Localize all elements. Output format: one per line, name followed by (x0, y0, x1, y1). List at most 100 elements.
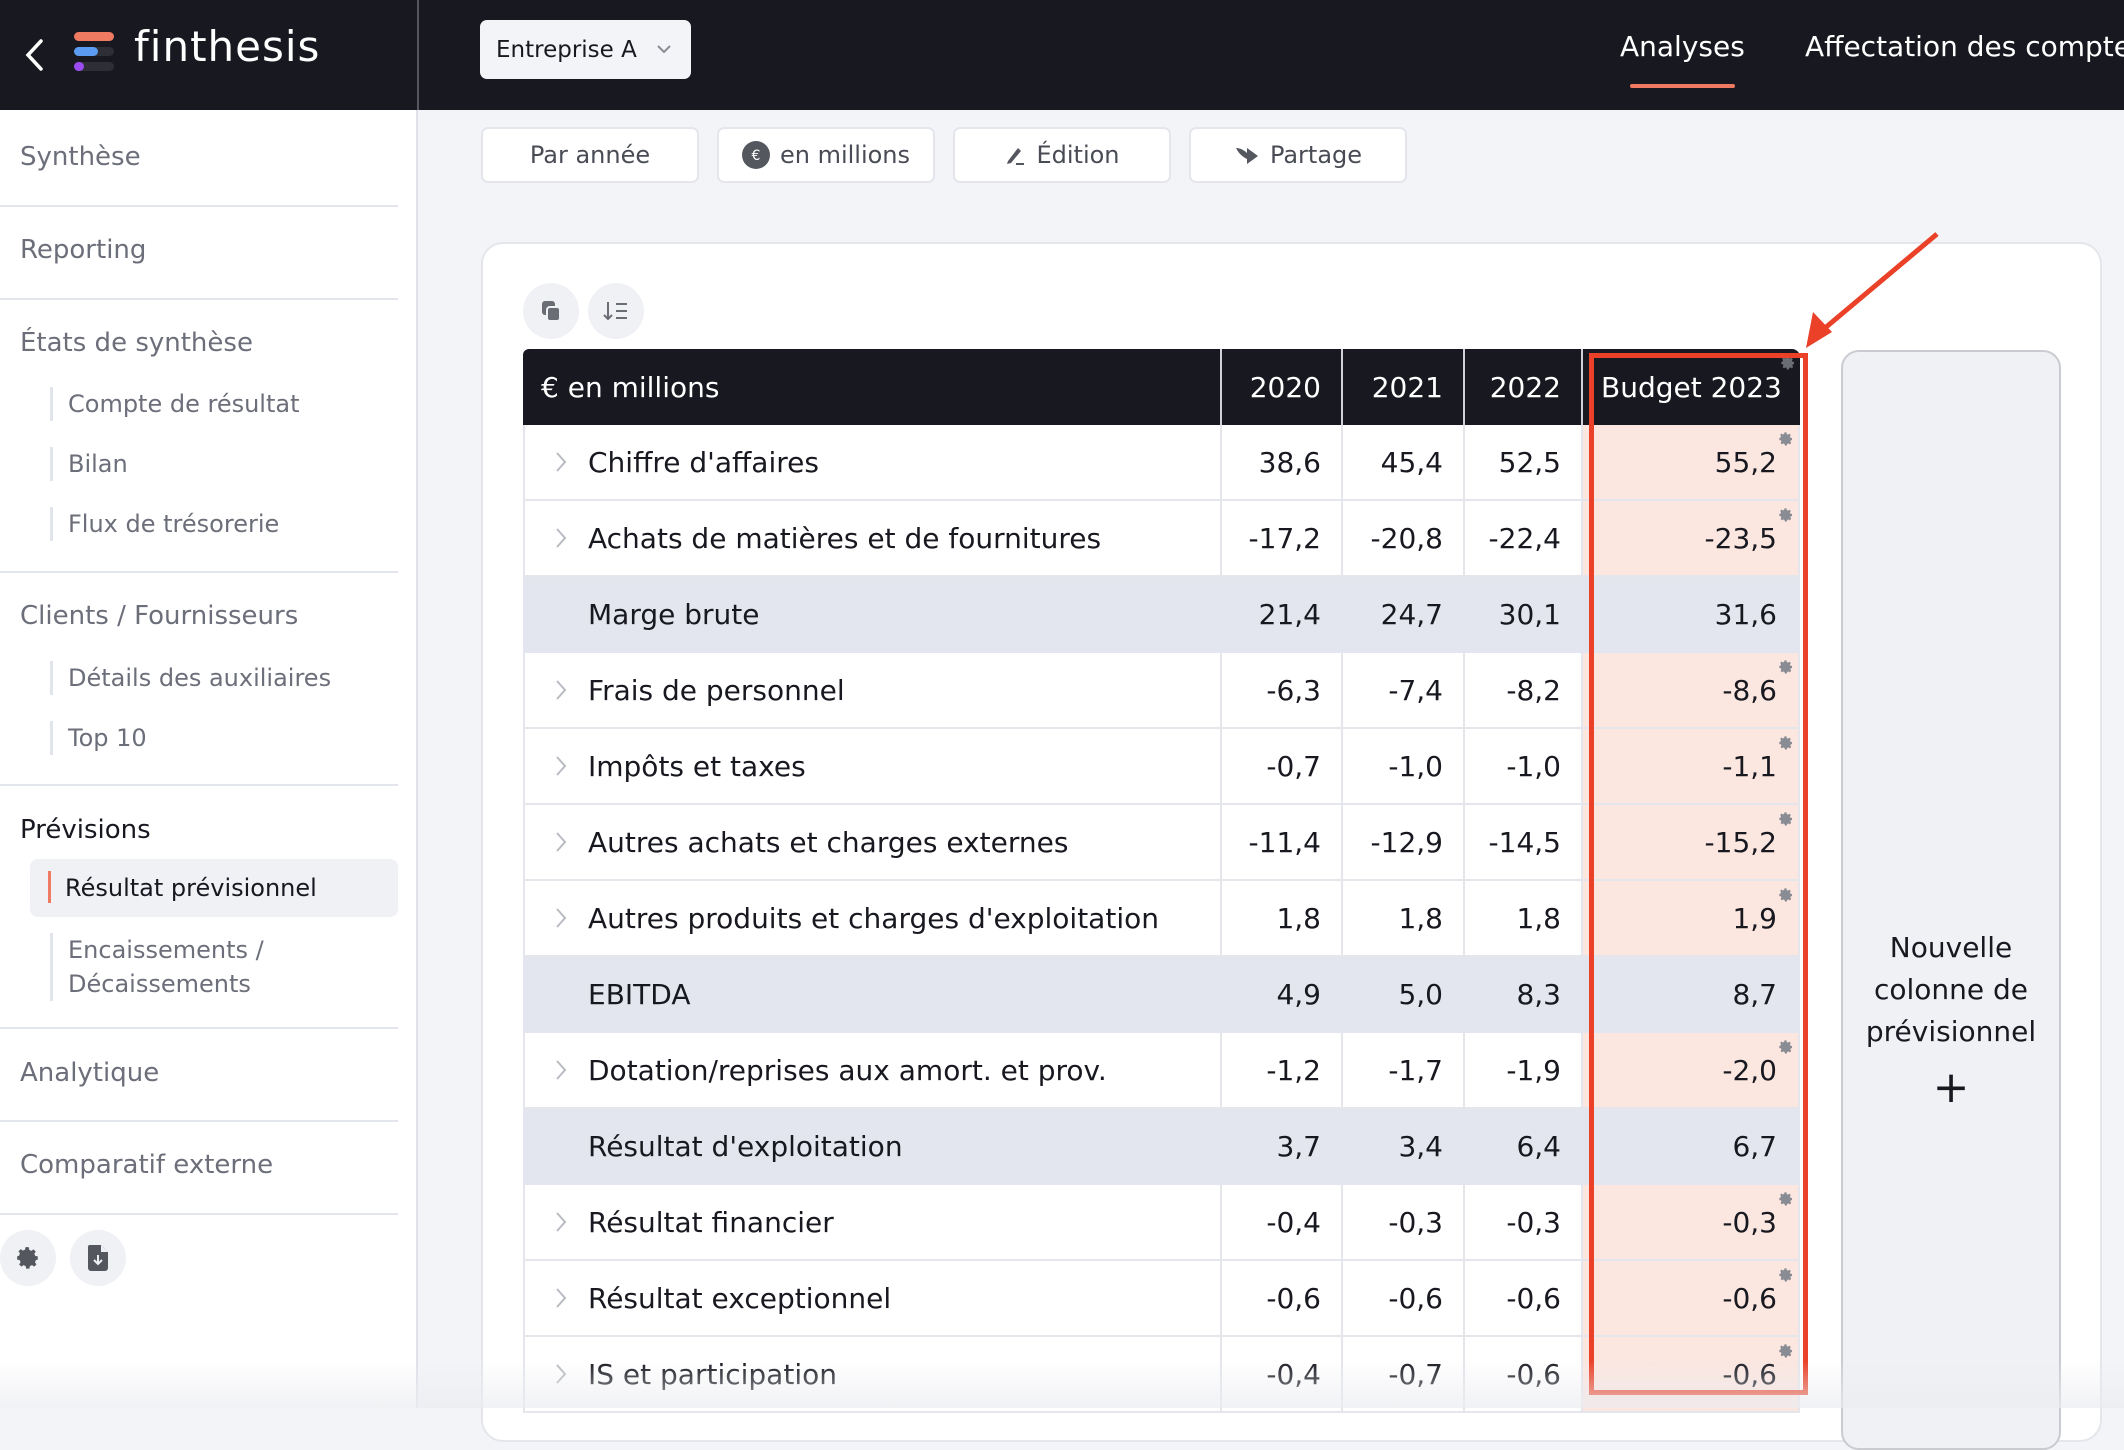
table-row[interactable]: Achats de matières et de fournitures -17,… (523, 501, 1800, 577)
chevron-right-icon[interactable] (555, 1363, 567, 1385)
chevron-right-icon[interactable] (555, 451, 567, 473)
budget-value-cell[interactable]: -2,0 (1583, 1033, 1800, 1109)
settings-button[interactable] (0, 1230, 56, 1286)
share-button[interactable]: Partage (1189, 127, 1407, 183)
chevron-right-icon[interactable] (555, 907, 567, 929)
table-row[interactable]: Résultat financier -0,4 -0,3 -0,3 -0,3 (523, 1185, 1800, 1261)
gear-icon[interactable] (1778, 735, 1794, 751)
table-row[interactable]: Chiffre d'affaires 38,6 45,4 52,5 55,2 (523, 425, 1800, 501)
sidebar-divider (0, 298, 398, 300)
sidebar-item-previsions[interactable]: Prévisions (20, 815, 151, 845)
row-label-cell: Autres achats et charges externes (523, 805, 1222, 881)
cell-value: -0,7 (1266, 749, 1321, 783)
table-row[interactable]: Dotation/reprises aux amort. et prov. -1,… (523, 1033, 1800, 1109)
sidebar-item-resultat-previsionnel[interactable]: Résultat prévisionnel (30, 859, 398, 917)
chevron-right-icon[interactable] (555, 1059, 567, 1081)
cell-value: -1,9 (1506, 1053, 1561, 1087)
copy-table-button[interactable] (523, 283, 579, 339)
table-header-row: € en millions 2020 2021 2022 Budget 2023 (523, 349, 1800, 425)
svg-text:€: € (752, 148, 761, 164)
sidebar-item-analytique[interactable]: Analytique (20, 1058, 159, 1088)
sidebar-item-clients-fournisseurs[interactable]: Clients / Fournisseurs (20, 601, 298, 631)
cell-value: 4,9 (1276, 977, 1321, 1011)
budget-value-cell[interactable]: -23,5 (1583, 501, 1800, 577)
nav-tab-analyses[interactable]: Analyses (1620, 30, 1745, 88)
sidebar-item-bilan[interactable]: Bilan (50, 447, 128, 481)
budget-value-cell[interactable]: 1,9 (1583, 881, 1800, 957)
export-button[interactable] (70, 1230, 126, 1286)
gear-icon[interactable] (1778, 887, 1794, 903)
gear-icon[interactable] (1778, 1267, 1794, 1283)
sidebar-item-top-10[interactable]: Top 10 (50, 721, 147, 755)
chevron-right-icon[interactable] (555, 679, 567, 701)
gear-icon[interactable] (1778, 1191, 1794, 1207)
units-millions-button[interactable]: € en millions (717, 127, 935, 183)
budget-value-cell[interactable]: -0,6 (1583, 1337, 1800, 1413)
row-label: Résultat exceptionnel (588, 1281, 892, 1315)
sidebar-item-details-des-auxiliaires[interactable]: Détails des auxiliaires (50, 661, 331, 695)
sidebar-item-synthese[interactable]: Synthèse (20, 142, 141, 172)
cell-value: 3,7 (1276, 1129, 1321, 1163)
table-row[interactable]: Frais de personnel -6,3 -7,4 -8,2 -8,6 (523, 653, 1800, 729)
budget-value-cell[interactable]: -0,6 (1583, 1261, 1800, 1337)
chevron-right-icon[interactable] (555, 755, 567, 777)
cell-value: 6,7 (1732, 1129, 1777, 1163)
column-header-2020[interactable]: 2020 (1222, 349, 1343, 425)
sort-rows-button[interactable] (588, 283, 644, 339)
budget-value-cell[interactable]: -1,1 (1583, 729, 1800, 805)
gear-icon[interactable] (1778, 507, 1794, 523)
row-label: Autres produits et charges d'exploitatio… (588, 901, 1159, 935)
gear-icon[interactable] (1778, 659, 1794, 675)
row-label-cell: Frais de personnel (523, 653, 1222, 729)
sidebar-item-etats-de-synthese[interactable]: États de synthèse (20, 328, 253, 358)
column-header-2021[interactable]: 2021 (1343, 349, 1465, 425)
sidebar-item-reporting[interactable]: Reporting (20, 235, 146, 265)
sidebar-item-compte-de-resultat[interactable]: Compte de résultat (50, 387, 300, 421)
value-cell: -22,4 (1465, 501, 1583, 577)
gear-icon[interactable] (1778, 431, 1794, 447)
add-forecast-column-button[interactable]: Nouvelle colonne de prévisionnel + (1841, 350, 2061, 1450)
sidebar-item-comparatif-externe[interactable]: Comparatif externe (20, 1150, 273, 1180)
gear-icon[interactable] (1778, 1039, 1794, 1055)
cell-value: -1,0 (1506, 749, 1561, 783)
budget-value-cell[interactable]: -8,6 (1583, 653, 1800, 729)
row-label-cell: Impôts et taxes (523, 729, 1222, 805)
budget-value-cell[interactable]: -0,3 (1583, 1185, 1800, 1261)
sidebar-item-encaissements-decaissements[interactable]: Encaissements / Décaissements (50, 933, 280, 1001)
row-label: Marge brute (588, 597, 760, 631)
gear-icon[interactable] (1778, 811, 1794, 827)
table-row[interactable]: Résultat exceptionnel -0,6 -0,6 -0,6 -0,6 (523, 1261, 1800, 1337)
value-cell: -14,5 (1465, 805, 1583, 881)
edit-button[interactable]: Édition (953, 127, 1171, 183)
sidebar-item-flux-de-tresorerie[interactable]: Flux de trésorerie (50, 507, 279, 541)
period-by-year-button[interactable]: Par année (481, 127, 699, 183)
column-header-2022[interactable]: 2022 (1465, 349, 1583, 425)
cell-value: -1,2 (1266, 1053, 1321, 1087)
budget-value-cell[interactable]: -15,2 (1583, 805, 1800, 881)
add-forecast-column-label: Nouvelle colonne de prévisionnel (1843, 927, 2059, 1053)
chevron-right-icon[interactable] (555, 527, 567, 549)
chevron-right-icon[interactable] (555, 831, 567, 853)
row-label-cell: EBITDA (523, 957, 1222, 1033)
top-bar: finthesis Entreprise A Analyses Affectat… (0, 0, 2124, 110)
table-row[interactable]: IS et participation -0,4 -0,7 -0,6 -0,6 (523, 1337, 1800, 1413)
pencil-icon (1007, 148, 1025, 165)
cell-value: -22,4 (1488, 521, 1561, 555)
row-label-cell: Marge brute (523, 577, 1222, 653)
nav-tab-affectation-des-comptes[interactable]: Affectation des comptes (1805, 30, 2124, 63)
chevron-right-icon[interactable] (555, 1287, 567, 1309)
gear-icon[interactable] (1778, 1343, 1794, 1359)
table-row[interactable]: Autres produits et charges d'exploitatio… (523, 881, 1800, 957)
table-row[interactable]: Autres achats et charges externes -11,4 -1… (523, 805, 1800, 881)
value-cell: -8,2 (1465, 653, 1583, 729)
table-row[interactable]: Impôts et taxes -0,7 -1,0 -1,0 -1,1 (523, 729, 1800, 805)
row-label: Dotation/reprises aux amort. et prov. (588, 1053, 1107, 1087)
budget-value-cell[interactable]: 55,2 (1583, 425, 1800, 501)
value-cell: -0,3 (1343, 1185, 1465, 1261)
company-selector[interactable]: Entreprise A (480, 20, 691, 79)
cell-value: -6,3 (1266, 673, 1321, 707)
chevron-right-icon[interactable] (555, 1211, 567, 1233)
column-header-budget-2023[interactable]: Budget 2023 (1583, 349, 1800, 425)
euro-icon: € (741, 141, 770, 169)
back-button[interactable] (14, 33, 54, 77)
